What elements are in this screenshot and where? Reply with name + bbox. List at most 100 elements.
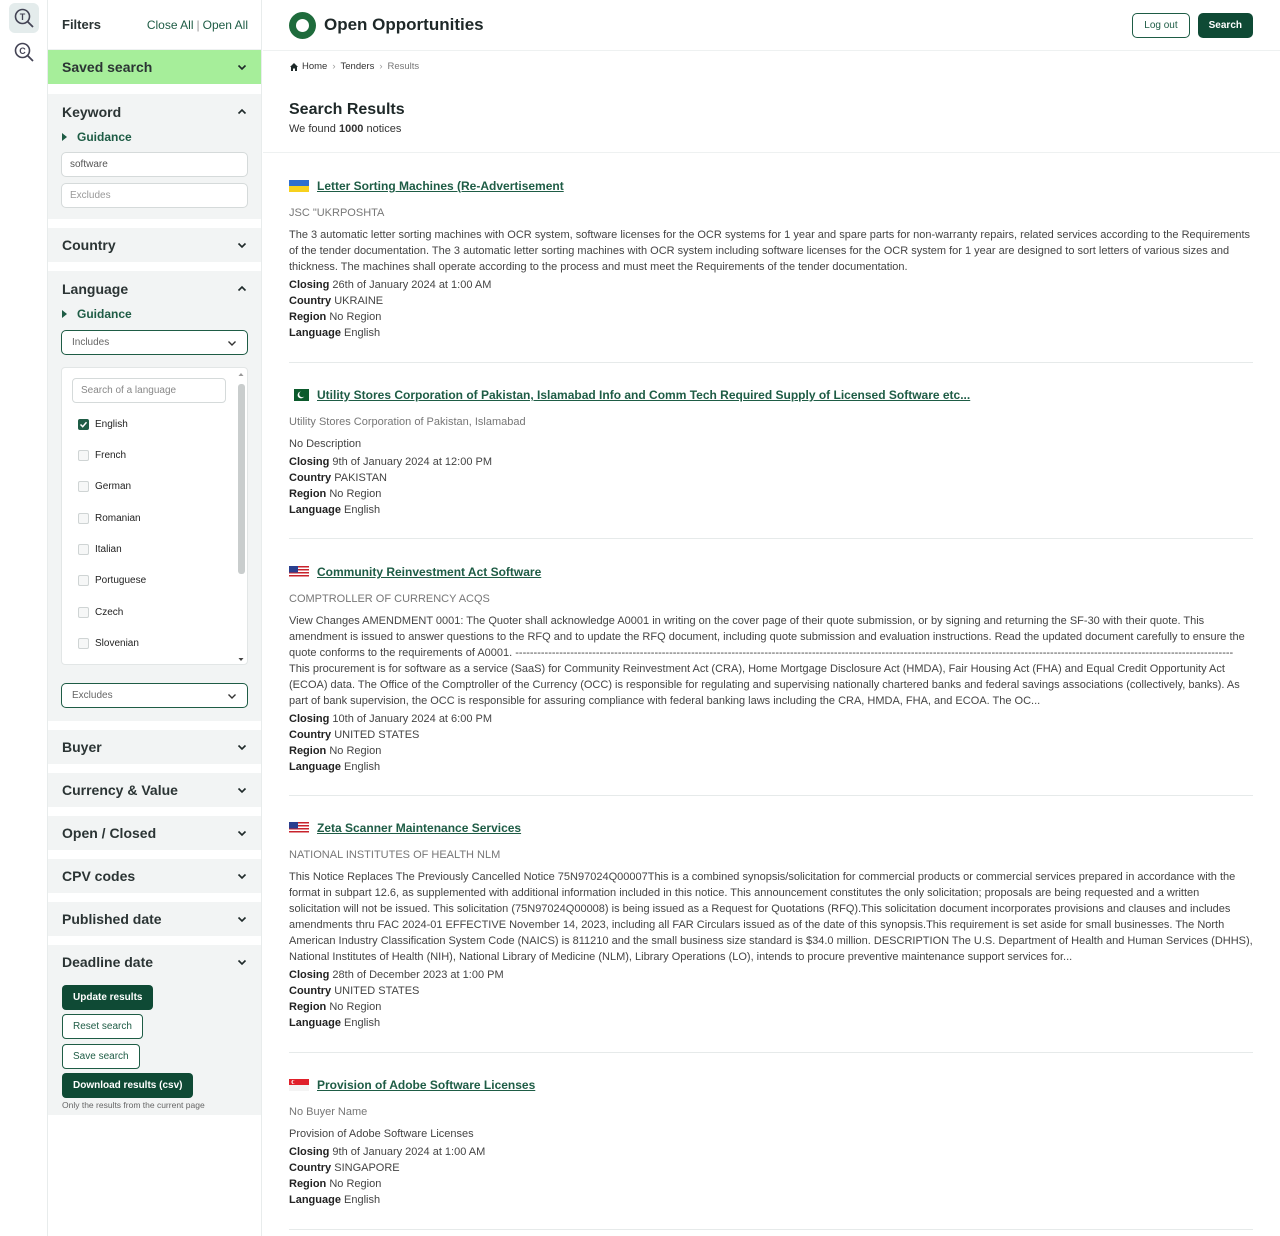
notice-item: Zeta Scanner Maintenance Services NATION…	[289, 819, 1253, 1053]
country-section[interactable]: Country	[48, 228, 261, 262]
checkbox-icon[interactable]	[78, 544, 89, 555]
language-option-portuguese[interactable]: Portuguese	[78, 575, 146, 586]
brand-name: Open Opportunities	[324, 15, 484, 34]
notice-title-link[interactable]: Community Reinvestment Act Software	[317, 565, 541, 579]
language-guidance[interactable]: Guidance	[48, 304, 261, 324]
notice-details: Closing 9th of January 2024 at 12:00 PM …	[289, 456, 493, 516]
notice-buyer: No Buyer Name	[289, 1106, 368, 1118]
language-option-label: German	[95, 481, 132, 492]
language-option-slovenian[interactable]: Slovenian	[78, 638, 139, 649]
language-option-label: Czech	[95, 607, 124, 618]
close-all-link[interactable]: Close All	[147, 18, 194, 32]
checkbox-icon[interactable]	[78, 513, 89, 524]
triangle-right-icon	[62, 133, 67, 141]
notice-details: Closing 10th of January 2024 at 6:00 PM …	[289, 713, 493, 773]
notice-description: No Description	[289, 438, 362, 450]
language-header[interactable]: Language	[48, 280, 261, 298]
triangle-right-icon	[62, 310, 67, 318]
keyword-excludes-input[interactable]: Excludes	[61, 183, 248, 208]
language-includes-select[interactable]: Includes	[61, 330, 248, 355]
keyword-guidance[interactable]: Guidance	[48, 127, 261, 147]
currency-value-section[interactable]: Currency & Value	[48, 773, 261, 807]
notice-item: Letter Sorting Machines (Re-Advertisemen…	[289, 177, 1253, 363]
keyword-header[interactable]: Keyword	[48, 103, 261, 121]
country-title: Country	[62, 237, 116, 253]
language-options-list[interactable]: Search of a language English French Germ…	[61, 367, 248, 665]
language-option-label: Portuguese	[95, 575, 147, 586]
cpv-codes-section[interactable]: CPV codes	[48, 859, 261, 893]
save-search-button[interactable]: Save search	[62, 1044, 140, 1069]
filters-header: Filters Close All | Open All	[48, 0, 261, 50]
top-bar: Open Opportunities Log out Search	[263, 0, 1280, 51]
notice-item: Utility Stores Corporation of Pakistan, …	[289, 386, 1253, 539]
deadline-date-header[interactable]: Deadline date	[48, 945, 261, 979]
language-option-italian[interactable]: Italian	[78, 544, 122, 555]
breadcrumb-results: Results	[387, 61, 420, 72]
breadcrumb-home[interactable]: Home	[302, 61, 327, 72]
contract-search-icon[interactable]: C	[9, 37, 39, 67]
checkbox-icon[interactable]	[78, 638, 89, 649]
chevron-down-icon	[237, 873, 247, 880]
saved-search-title: Saved search	[62, 59, 153, 75]
singapore-flag-icon	[289, 1079, 309, 1091]
ukraine-flag-icon	[289, 180, 309, 192]
language-option-french[interactable]: French	[78, 450, 126, 461]
checkbox-icon[interactable]	[78, 450, 89, 461]
notice-title-link[interactable]: Letter Sorting Machines (Re-Advertisemen…	[317, 179, 564, 193]
language-option-english[interactable]: English	[78, 419, 128, 430]
chevron-down-icon	[228, 340, 236, 346]
download-results-button[interactable]: Download results (csv)	[62, 1073, 194, 1098]
filters-panel: Filters Close All | Open All Saved search …	[48, 0, 262, 1236]
chevron-down-icon	[228, 693, 236, 699]
cpv-codes-title: CPV codes	[62, 868, 136, 884]
update-results-button[interactable]: Update results	[62, 985, 154, 1010]
notice-title-link[interactable]: Zeta Scanner Maintenance Services	[317, 821, 521, 835]
scrollbar-thumb[interactable]	[238, 384, 245, 574]
chevron-down-icon	[237, 242, 247, 249]
language-option-label: Romanian	[95, 513, 141, 524]
checkbox-icon[interactable]	[78, 575, 89, 586]
saved-search-section[interactable]: Saved search	[48, 50, 261, 84]
pakistan-flag-icon	[289, 389, 309, 401]
notice-buyer: NATIONAL INSTITUTES OF HEALTH NLM	[289, 849, 501, 861]
notice-description: View Changes AMENDMENT 0001: The Quoter …	[289, 615, 1245, 707]
language-option-label: French	[95, 450, 127, 461]
keyword-includes-input[interactable]: software	[61, 152, 248, 177]
filters-title: Filters	[62, 17, 102, 32]
language-excludes-label: Excludes	[72, 690, 113, 701]
buyer-section[interactable]: Buyer	[48, 730, 261, 764]
checkbox-icon[interactable]	[78, 607, 89, 618]
usa-flag-icon	[289, 566, 309, 578]
checkbox-icon[interactable]	[78, 481, 89, 492]
language-option-romanian[interactable]: Romanian	[78, 513, 141, 524]
language-search-input[interactable]: Search of a language	[72, 378, 226, 403]
notice-details: Closing 9th of January 2024 at 1:00 AM C…	[289, 1146, 486, 1206]
language-option-czech[interactable]: Czech	[78, 607, 123, 618]
checkbox-checked-icon[interactable]	[78, 419, 89, 430]
published-date-title: Published date	[62, 911, 162, 927]
download-note: Only the results from the current page	[62, 1100, 205, 1110]
search-button[interactable]: Search	[1197, 12, 1253, 38]
notice-title-link[interactable]: Utility Stores Corporation of Pakistan, …	[317, 388, 970, 402]
published-date-section[interactable]: Published date	[48, 902, 261, 936]
currency-value-title: Currency & Value	[62, 782, 178, 798]
notice-title-link[interactable]: Provision of Adobe Software Licenses	[317, 1078, 535, 1092]
open-all-link[interactable]: Open All	[203, 18, 248, 32]
notice-details: Closing 26th of January 2024 at 1:00 AM …	[289, 279, 492, 339]
language-excludes-select[interactable]: Excludes	[61, 683, 248, 708]
brand[interactable]: Open Opportunities	[289, 11, 484, 39]
notice-description: The 3 automatic letter sorting machines …	[289, 229, 1251, 273]
logout-button[interactable]: Log out	[1132, 12, 1190, 38]
breadcrumb-tenders[interactable]: Tenders	[341, 61, 375, 72]
results-header: Search Results We found 1000 notices	[263, 83, 1280, 153]
open-closed-section[interactable]: Open / Closed	[48, 816, 261, 850]
language-option-label: Italian	[95, 544, 122, 555]
reset-search-button[interactable]: Reset search	[62, 1014, 143, 1039]
language-option-german[interactable]: German	[78, 481, 131, 492]
results-count: We found 1000 notices	[289, 123, 402, 135]
notice-item: Provision of Adobe Software Licenses No …	[289, 1076, 1253, 1230]
home-icon	[290, 62, 298, 71]
tender-search-icon[interactable]: T	[9, 3, 39, 33]
keyword-section: Keyword Guidance software Excludes	[48, 94, 261, 219]
brand-logo-icon	[289, 11, 316, 39]
